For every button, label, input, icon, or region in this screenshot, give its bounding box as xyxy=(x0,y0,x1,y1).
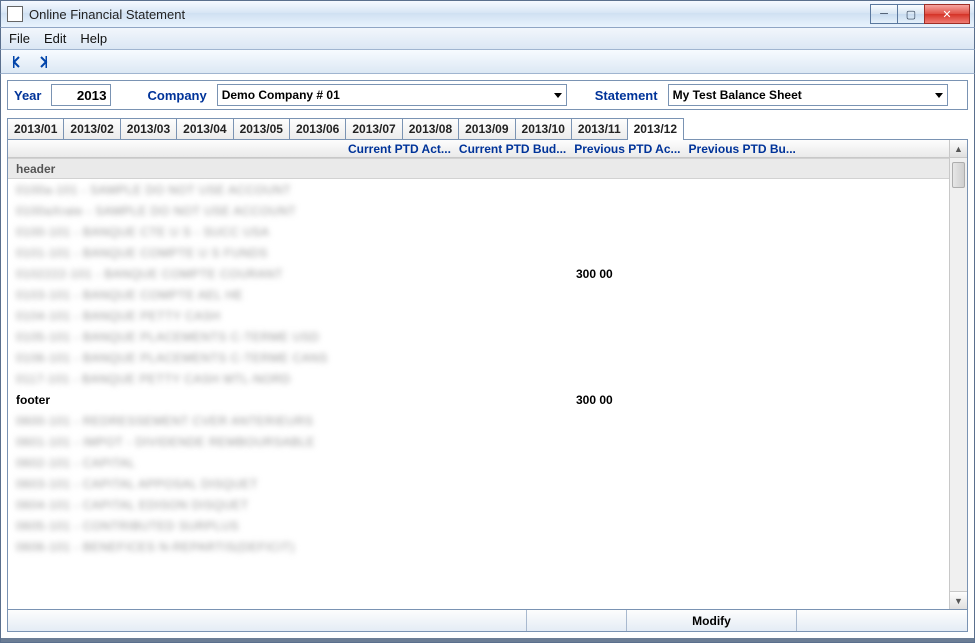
statement-combo[interactable]: My Test Balance Sheet xyxy=(668,84,948,106)
tab-period[interactable]: 2013/07 xyxy=(345,118,402,139)
tab-period[interactable]: 2013/06 xyxy=(289,118,346,139)
table-row[interactable]: 0600-101 - REDRESSEMENT CVER ANTERIEURS xyxy=(8,410,949,431)
table-row[interactable]: 0100aXrate - SAMPLE DO NOT USE ACCOUNT xyxy=(8,200,949,221)
row-description: 0600-101 - REDRESSEMENT CVER ANTERIEURS xyxy=(16,414,576,428)
row-description: 0602-101 - CAPITAL xyxy=(16,456,576,470)
title-bar: Online Financial Statement ─ ▢ ✕ xyxy=(0,0,975,28)
row-description: 0100a-101 - SAMPLE DO NOT USE ACCOUNT xyxy=(16,183,576,197)
table-row[interactable]: 0101-101 - BANQUE COMPTE U S FUNDS xyxy=(8,242,949,263)
table-row[interactable]: 0602-101 - CAPITAL xyxy=(8,452,949,473)
tab-period[interactable]: 2013/08 xyxy=(402,118,459,139)
row-description: 0605-101 - CONTRIBUTED SURPLUS xyxy=(16,519,576,533)
table-row[interactable]: 0604-101 - CAPITAL EDISON DISQUET xyxy=(8,494,949,515)
row-description: 0106-101 - BANQUE PLACEMENTS C-TERME CAN… xyxy=(16,351,576,365)
table-row[interactable]: 0102222-101 - BANQUE COMPTE COURANT300 0… xyxy=(8,263,949,284)
company-selected: Demo Company # 01 xyxy=(222,88,340,102)
menu-edit[interactable]: Edit xyxy=(44,31,66,46)
scroll-down-icon[interactable]: ▼ xyxy=(950,591,967,609)
row-description: 0105-101 - BANQUE PLACEMENTS C-TERME USD xyxy=(16,330,576,344)
tab-period[interactable]: 2013/11 xyxy=(571,118,628,139)
table-row[interactable]: 0104-101 - BANQUE PETTY CASH xyxy=(8,305,949,326)
row-description: 0101-101 - BANQUE COMPTE U S FUNDS xyxy=(16,246,576,260)
vertical-scrollbar[interactable]: ▲ ▼ xyxy=(949,140,967,609)
status-bar: Modify xyxy=(7,610,968,632)
table-row[interactable]: 0605-101 - CONTRIBUTED SURPLUS xyxy=(8,515,949,536)
row-description: 0104-101 - BANQUE PETTY CASH xyxy=(16,309,576,323)
table-row[interactable]: 0603-101 - CAPITAL APPOSAL DISQUET xyxy=(8,473,949,494)
section-footer: footer 300 00 xyxy=(8,389,949,410)
company-label: Company xyxy=(147,88,206,103)
tab-period[interactable]: 2013/04 xyxy=(176,118,233,139)
year-input[interactable] xyxy=(51,84,111,106)
toolbar xyxy=(0,50,975,74)
scroll-up-icon[interactable]: ▲ xyxy=(950,140,967,158)
client-area: Year Company Demo Company # 01 Statement… xyxy=(0,74,975,638)
grid-column-header[interactable]: Previous PTD Bu... xyxy=(689,142,796,156)
table-row[interactable]: 0606-101 - BENEFICES N-REPARTIS(DEFICIT) xyxy=(8,536,949,557)
grid: Current PTD Act... Current PTD Bud... Prev… xyxy=(7,140,968,610)
modify-button[interactable]: Modify xyxy=(627,610,797,631)
statement-label: Statement xyxy=(595,88,658,103)
grid-columns: Current PTD Act... Current PTD Bud... Prev… xyxy=(8,140,949,158)
window-title: Online Financial Statement xyxy=(29,7,185,22)
row-description: 0601-101 - IMPOT - DIVIDENDE REMBOURSABL… xyxy=(16,435,576,449)
table-row[interactable]: 0100-101 - BANQUE CTE U S - SUCC USA xyxy=(8,221,949,242)
grid-body: Current PTD Act... Current PTD Bud... Prev… xyxy=(8,140,949,609)
row-description: 0604-101 - CAPITAL EDISON DISQUET xyxy=(16,498,576,512)
chevron-down-icon xyxy=(935,93,943,98)
status-cell-last xyxy=(797,610,967,631)
table-row[interactable]: 0601-101 - IMPOT - DIVIDENDE REMBOURSABL… xyxy=(8,431,949,452)
tab-period[interactable]: 2013/10 xyxy=(515,118,572,139)
grid-column-header[interactable]: Current PTD Bud... xyxy=(459,142,566,156)
chevron-down-icon xyxy=(554,93,562,98)
table-row[interactable]: 0105-101 - BANQUE PLACEMENTS C-TERME USD xyxy=(8,326,949,347)
menu-help[interactable]: Help xyxy=(80,31,107,46)
table-row[interactable]: 0100a-101 - SAMPLE DO NOT USE ACCOUNT xyxy=(8,179,949,200)
tab-period[interactable]: 2013/02 xyxy=(63,118,120,139)
row-description: 0100-101 - BANQUE CTE U S - SUCC USA xyxy=(16,225,576,239)
status-empty xyxy=(8,610,527,631)
table-row[interactable]: 0103-101 - BANQUE COMPTE AEL HE xyxy=(8,284,949,305)
back-arrow-icon[interactable] xyxy=(7,52,27,72)
tab-period[interactable]: 2013/01 xyxy=(7,118,64,139)
grid-column-header[interactable]: Previous PTD Ac... xyxy=(574,142,680,156)
tab-period[interactable]: 2013/09 xyxy=(458,118,515,139)
grid-column-header[interactable]: Current PTD Act... xyxy=(348,142,451,156)
menu-bar: File Edit Help xyxy=(0,28,975,50)
row-description: 0603-101 - CAPITAL APPOSAL DISQUET xyxy=(16,477,576,491)
window-border-bottom xyxy=(0,638,975,643)
period-tabs: 2013/012013/022013/032013/042013/052013/… xyxy=(7,118,968,140)
row-description: 0102222-101 - BANQUE COMPTE COURANT xyxy=(16,267,576,281)
filter-row: Year Company Demo Company # 01 Statement… xyxy=(7,80,968,110)
year-label: Year xyxy=(14,88,41,103)
window-controls: ─ ▢ ✕ xyxy=(871,4,970,24)
row-description: 0103-101 - BANQUE COMPTE AEL HE xyxy=(16,288,576,302)
row-description: 0606-101 - BENEFICES N-REPARTIS(DEFICIT) xyxy=(16,540,576,554)
table-row[interactable]: 0106-101 - BANQUE PLACEMENTS C-TERME CAN… xyxy=(8,347,949,368)
table-row[interactable]: 0117-101 - BANQUE PETTY CASH MTL-NORD xyxy=(8,368,949,389)
tab-period[interactable]: 2013/03 xyxy=(120,118,177,139)
maximize-button[interactable]: ▢ xyxy=(897,4,925,24)
tab-period[interactable]: 2013/12 xyxy=(627,118,684,139)
footer-total: 300 00 xyxy=(576,393,696,407)
scroll-thumb[interactable] xyxy=(952,162,965,188)
row-value: 300 00 xyxy=(576,267,696,281)
row-description: 0100aXrate - SAMPLE DO NOT USE ACCOUNT xyxy=(16,204,576,218)
forward-arrow-icon[interactable] xyxy=(33,52,53,72)
statement-selected: My Test Balance Sheet xyxy=(673,88,802,102)
close-button[interactable]: ✕ xyxy=(924,4,970,24)
company-combo[interactable]: Demo Company # 01 xyxy=(217,84,567,106)
row-description: 0117-101 - BANQUE PETTY CASH MTL-NORD xyxy=(16,372,576,386)
app-icon xyxy=(7,6,23,22)
tab-period[interactable]: 2013/05 xyxy=(233,118,290,139)
status-cell-1 xyxy=(527,610,627,631)
menu-file[interactable]: File xyxy=(9,31,30,46)
section-header: header xyxy=(8,158,949,179)
minimize-button[interactable]: ─ xyxy=(870,4,898,24)
